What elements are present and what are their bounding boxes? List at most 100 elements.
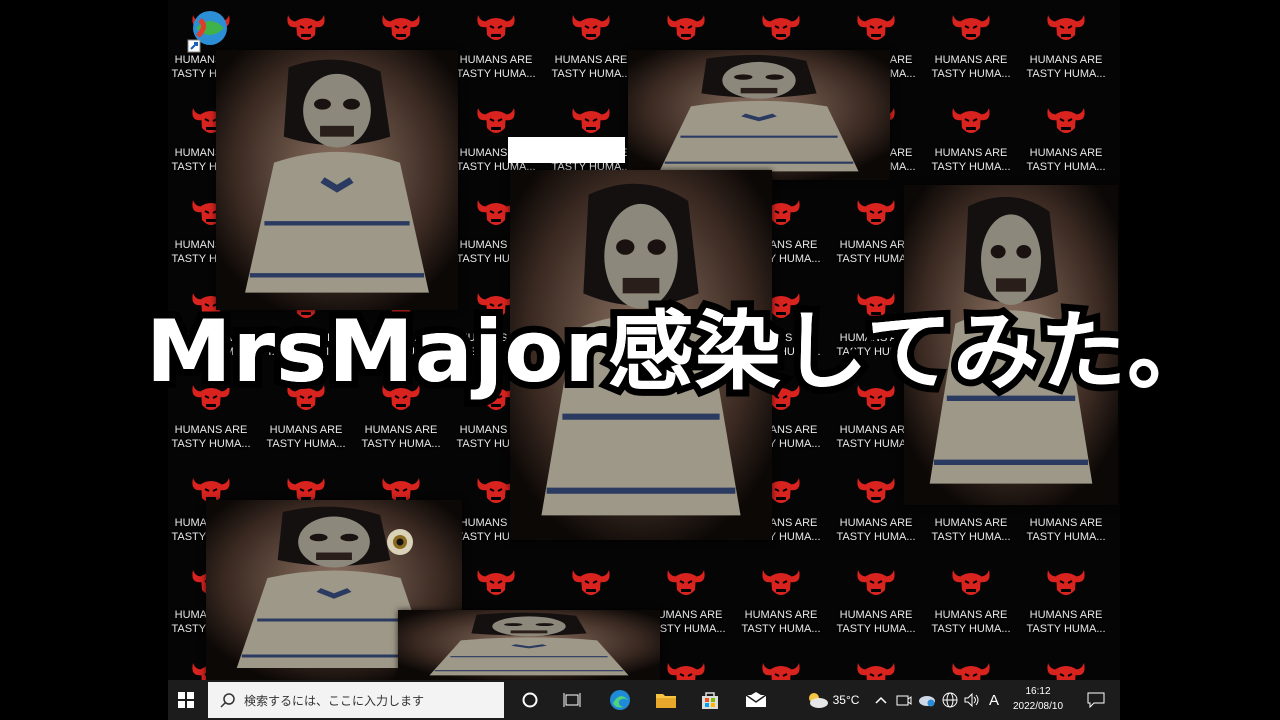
desktop-icon-humans-are-tasty[interactable]: HUMANS ARE TASTY HUMA... — [1021, 1, 1111, 91]
taskbar-clock[interactable]: 16:12 2022/08/10 — [1006, 684, 1070, 714]
red-demon-icon — [857, 477, 895, 503]
desktop-icon-label: HUMANS ARE TASTY HUMA... — [456, 54, 536, 80]
red-demon-icon — [667, 15, 705, 40]
red-demon-icon — [287, 15, 325, 40]
desktop-icon-label: HUMANS ARE TASTY HUMA... — [1026, 609, 1106, 635]
weather-widget[interactable]: 35°C — [800, 680, 864, 720]
red-demon-icon — [572, 15, 610, 40]
red-demon-icon — [857, 570, 895, 595]
task-view-icon — [563, 693, 581, 707]
camera-icon — [896, 695, 912, 706]
creepy-doll-photo — [398, 610, 660, 680]
cortana-circle-icon — [522, 692, 538, 708]
red-demon-icon — [1047, 570, 1085, 595]
red-demon-icon — [1047, 662, 1085, 680]
start-button[interactable] — [168, 680, 204, 720]
windows-logo-icon — [178, 692, 194, 708]
eye-cursor-icon — [387, 529, 413, 555]
desktop-icon-label: HUMANS ARE TASTY HUMA... — [1026, 146, 1106, 173]
desktop-icon-humans-are-tasty[interactable]: HUMANS ARE TASTY HUMA... — [1021, 94, 1111, 184]
red-demon-icon — [857, 200, 895, 225]
chevron-up-icon — [875, 696, 887, 704]
task-view-button[interactable] — [554, 680, 590, 720]
desktop-icon-label: HUMANS ARE TASTY HUMA... — [931, 516, 1011, 543]
mail-icon — [745, 692, 767, 707]
desktop-icon-label: HUMANS ARE TASTY HUMA... — [931, 609, 1011, 635]
ime-indicator: A — [988, 691, 999, 709]
weather-cloud-sun-icon — [808, 693, 828, 708]
red-demon-icon — [477, 570, 515, 595]
taskbar-edge[interactable] — [600, 680, 640, 720]
red-demon-icon — [572, 570, 610, 595]
red-demon-icon — [477, 107, 515, 133]
desktop-icon-label: HUMANS ARE TASTY HUMA... — [1026, 516, 1106, 543]
desktop-icon-humans-are-tasty[interactable]: HUMANS ARE TASTY HUMA... — [451, 1, 541, 91]
creepy-doll-photo — [628, 50, 890, 180]
globe-network-icon — [942, 692, 958, 708]
desktop-icon-label: HUMANS ARE TASTY HUMA... — [171, 424, 251, 450]
desktop-icon-humans-are-tasty[interactable]: HUMANS ARE TASTY HUMA... — [736, 649, 826, 680]
show-hidden-icons-button[interactable] — [872, 680, 890, 720]
desktop-icon-humans-are-tasty[interactable]: HUMANS ARE TASTY HUMA... — [926, 649, 1016, 680]
red-demon-icon — [572, 107, 610, 133]
red-demon-icon — [952, 662, 990, 680]
shortcut-globe-icon[interactable] — [186, 8, 232, 54]
red-demon-icon — [667, 662, 705, 680]
desktop-icon-humans-are-tasty[interactable]: HUMANS ARE TASTY HUMA... — [926, 556, 1016, 646]
desktop-icon-humans-are-tasty[interactable]: HUMANS ARE TASTY HUMA... — [546, 1, 636, 91]
tray-ime[interactable]: A — [984, 680, 1004, 720]
desktop-icon-humans-are-tasty[interactable]: HUMANS ARE TASTY HUMA... — [926, 94, 1016, 184]
red-demon-icon — [1047, 107, 1085, 133]
red-demon-icon — [762, 662, 800, 680]
notification-icon — [1087, 692, 1105, 708]
desktop-icon-humans-are-tasty[interactable]: HUMANS ARE TASTY HUMA... — [736, 556, 826, 646]
desktop-icon-label: HUMANS ARE TASTY HUMA... — [836, 516, 916, 543]
desktop-icon-humans-are-tasty[interactable]: HUMANS ARE TASTY HUMA... — [1021, 556, 1111, 646]
red-demon-icon — [952, 15, 990, 40]
speaker-icon — [964, 693, 979, 707]
clock-date: 2022/08/10 — [1012, 701, 1064, 712]
desktop-icon-humans-are-tasty[interactable]: HUMANS ARE TASTY HUMA... — [926, 1, 1016, 91]
doll-popup-window[interactable] — [628, 50, 890, 180]
desktop-icon-humans-are-tasty[interactable]: HUMANS ARE TASTY HUMA... — [831, 556, 921, 646]
notification-center-button[interactable] — [1078, 680, 1114, 720]
taskbar: 検索するには、ここに入力します 35°C A 16:12 2022/08/10 — [168, 680, 1120, 720]
red-demon-icon — [477, 15, 515, 40]
desktop-icon-label: HUMANS ARE TASTY HUMA... — [551, 54, 631, 80]
red-demon-icon — [762, 570, 800, 595]
taskbar-file-explorer[interactable] — [646, 680, 686, 720]
red-demon-icon — [382, 15, 420, 40]
blank-window[interactable] — [508, 137, 625, 163]
desktop-icon-humans-are-tasty[interactable]: HUMANS ARE TASTY HUMA... — [1021, 649, 1111, 680]
tray-network[interactable] — [940, 680, 960, 720]
desktop-icon-label: HUMANS ARE TASTY HUMA... — [931, 146, 1011, 173]
tray-onedrive[interactable] — [916, 680, 938, 720]
doll-popup-window[interactable] — [216, 50, 458, 310]
red-demon-icon — [857, 15, 895, 40]
clock-time: 16:12 — [1025, 686, 1051, 697]
cloud-sync-icon — [919, 696, 935, 707]
taskbar-search-box[interactable]: 検索するには、ここに入力します — [208, 682, 504, 718]
desktop-icon-label: HUMANS ARE TASTY HUMA... — [361, 424, 441, 450]
taskbar-store[interactable] — [690, 680, 730, 720]
store-bag-icon — [702, 692, 718, 709]
red-demon-icon — [667, 570, 705, 595]
red-demon-icon — [857, 662, 895, 680]
red-demon-icon — [952, 570, 990, 595]
cortana-button[interactable] — [512, 680, 548, 720]
weather-temp: 35°C — [832, 693, 860, 707]
red-demon-icon — [952, 107, 990, 133]
red-demon-icon — [1047, 15, 1085, 40]
red-demon-icon — [762, 15, 800, 40]
desktop-icon-label: HUMANS ARE TASTY HUMA... — [266, 424, 346, 450]
doll-popup-window[interactable] — [398, 610, 660, 680]
desktop-icon-humans-are-tasty[interactable]: HUMANS ARE TASTY HUMA... — [831, 649, 921, 680]
taskbar-mail[interactable] — [736, 680, 776, 720]
desktop-icon-label: HUMANS ARE TASTY HUMA... — [931, 54, 1011, 80]
edge-icon — [610, 690, 630, 710]
tray-volume[interactable] — [962, 680, 982, 720]
tray-camera[interactable] — [894, 680, 914, 720]
search-icon — [220, 693, 235, 708]
folder-icon — [656, 694, 676, 708]
desktop-icon-label: HUMANS ARE TASTY HUMA... — [1026, 54, 1106, 80]
